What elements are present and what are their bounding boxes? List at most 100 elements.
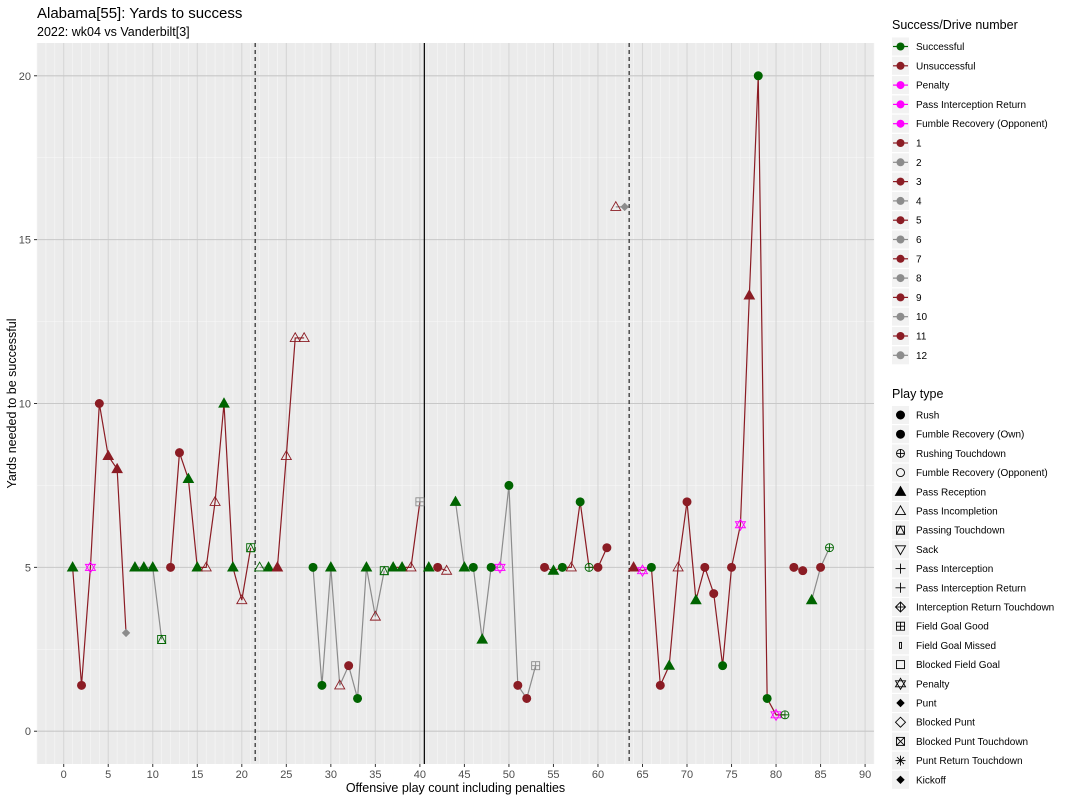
legend-success-label: 9 [916,293,922,304]
x-tick-label: 35 [369,769,381,781]
marker-circle [344,661,354,671]
x-tick-label: 5 [105,769,111,781]
play-point [646,562,656,572]
play-point [433,562,443,572]
legend-success-item: 4 [892,191,922,210]
legend-success-label: 1 [916,139,922,150]
marker-circle [798,566,808,576]
legend-key-dot [896,216,905,225]
y-axis-label: Yards needed to be successful [5,318,19,488]
legend-play-type-label: Passing Touchdown [916,526,1005,537]
legend-key-dot [896,274,905,283]
marker-circle [166,562,176,572]
legend-success-label: 11 [916,332,927,343]
marker-circle [174,448,184,458]
legend-success-label: 2 [916,158,922,169]
marker-circle [718,661,728,671]
legend-play-type-label: Blocked Field Goal [916,660,1000,671]
legend-play-type-label: Blocked Punt Touchdown [916,737,1028,748]
play-point [353,693,363,703]
y-axis-ticks: 0 5 10 15 20 [19,71,37,738]
legend-play-type-label: Field Goal Missed [916,641,996,652]
play-point [77,680,87,690]
x-axis-label: Offensive play count including penalties [346,781,565,795]
legend-play-type-label: Blocked Punt [916,718,975,729]
marker-circle [317,680,327,690]
marker-circle [308,562,318,572]
legend-play-type-item: Kickoff [892,770,946,789]
marker-circle [655,680,665,690]
legend-key-dot [896,158,905,167]
play-point [718,661,728,671]
play-point [174,448,184,458]
legend-success-item: 10 [892,307,928,326]
legend-key-dot [896,293,905,302]
marker-circle [575,497,585,507]
x-tick-label: 90 [859,769,871,781]
x-tick-label: 85 [814,769,826,781]
marker-circle [709,589,719,599]
legend-play-type-label: Pass Incompletion [916,507,998,518]
marker-circle [816,562,826,572]
legend-play-type: Play type Rush Fumble Recovery (Own) Rushin… [892,387,1054,789]
marker-circle [727,562,737,572]
legend-success-item: 9 [892,288,922,307]
legend-play-type-label: Fumble Recovery (Own) [916,430,1024,441]
play-point [166,562,176,572]
marker-circle [557,562,567,572]
play-point [789,562,799,572]
marker-circle [896,429,905,439]
legend-success-label: Successful [916,42,964,53]
marker-circle [896,410,905,420]
legend-play-type-item: Interception Return Touchdown [892,598,1054,616]
legend-success-item: Penalty [892,76,949,95]
legend-play-type-label: Sack [916,545,939,556]
play-point [602,543,612,553]
x-tick-label: 10 [147,769,159,781]
x-tick-label: 50 [503,769,515,781]
x-tick-label: 15 [191,769,203,781]
x-tick-label: 60 [592,769,604,781]
x-tick-label: 0 [61,769,67,781]
y-tick-label: 10 [19,399,31,411]
legend-play-type-label: Punt [916,699,937,710]
legend-success-label: Pass Interception Return [916,100,1026,111]
chart-subtitle: 2022: wk04 vs Vanderbilt[3] [37,25,190,39]
legend-success-label: 5 [916,216,922,227]
legend-play-type-item: Penalty [892,674,949,693]
legend-play-type-item: Pass Incompletion [892,502,998,520]
legend-play-type-label: Pass Reception [916,487,986,498]
legend-play-type-label: Interception Return Touchdown [916,603,1054,614]
x-tick-label: 70 [681,769,693,781]
legend-success-item: Successful [892,37,964,56]
legend-play-type-item: Pass Interception [892,559,993,578]
play-point [308,562,318,572]
legend-success-label: 3 [916,177,922,188]
legend-success-label: 8 [916,274,922,285]
marker-circle [602,543,612,553]
legend-key-dot [896,139,905,147]
chart-title: Alabama[55]: Yards to success [37,5,242,22]
legend-success-label: Fumble Recovery (Opponent) [916,119,1048,130]
legend-success-item: Fumble Recovery (Opponent) [892,114,1048,133]
marker-circle [682,497,692,507]
legend-success-item: 1 [892,134,922,152]
legend-key-bg [892,521,909,540]
legend-play-type-item: Blocked Field Goal [892,655,1000,674]
legend-play-type-item: Blocked Punt [892,713,975,732]
play-point [540,562,550,572]
legend-key-bg [892,713,909,732]
legend-play-type-label: Penalty [916,679,949,690]
y-tick-label: 20 [19,71,31,83]
play-point [655,680,665,690]
play-point [816,562,826,572]
marker-circle [486,562,496,572]
legend-play-type-item: Pass Reception [892,482,986,501]
legend-success-item: 12 [892,346,928,365]
y-tick-label: 0 [25,726,31,738]
play-point [753,71,763,81]
legend-success-label: Penalty [916,81,949,92]
legend-play-type-label: Field Goal Good [916,622,989,633]
legend-key-dot [896,177,905,186]
legend-play-type-item: Punt Return Touchdown [892,751,1023,770]
